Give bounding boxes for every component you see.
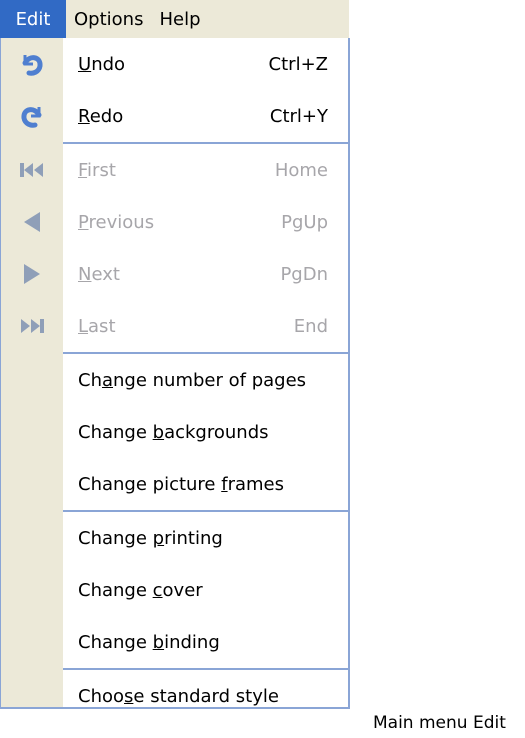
menu-bar: Edit Options Help: [0, 0, 349, 38]
last-page-icon: [1, 300, 63, 352]
menu-item-label: Change number of pages: [78, 369, 307, 391]
menu-item-label: Change printing: [78, 527, 223, 549]
menu-help[interactable]: Help: [151, 0, 208, 38]
menu-item-label: Redo: [78, 105, 124, 127]
menu-item-label: Last: [78, 315, 116, 337]
menu-options[interactable]: Options: [66, 0, 151, 38]
menu-item-shortcut: Ctrl+Y: [269, 105, 328, 127]
menu-item-next[interactable]: Next PgDn: [1, 248, 348, 300]
menu-list: Undo Ctrl+Z Redo Ctrl+Y First Home Previ…: [1, 38, 348, 707]
next-page-icon: [1, 248, 63, 300]
menu-item-first[interactable]: First Home: [1, 144, 348, 196]
menu-item-label: Choose standard style: [78, 685, 279, 707]
figure-caption: Main menu Edit: [373, 713, 506, 733]
menu-item-shortcut: PgDn: [280, 263, 328, 285]
first-page-icon: [1, 144, 63, 196]
menu-item-label: First: [78, 159, 116, 181]
menu-item-choose-standard-style[interactable]: Choose standard style: [1, 670, 348, 707]
menu-item-label: Undo: [78, 53, 126, 75]
menu-item-previous[interactable]: Previous PgUp: [1, 196, 348, 248]
menu-item-change-binding[interactable]: Change binding: [1, 616, 348, 668]
menu-item-label: Change binding: [78, 631, 220, 653]
menu-item-label: Change picture frames: [78, 473, 284, 495]
menu-item-shortcut: End: [293, 315, 328, 337]
menu-edit[interactable]: Edit: [0, 0, 66, 38]
menu-item-change-picture-frames[interactable]: Change picture frames: [1, 458, 348, 510]
menu-item-redo[interactable]: Redo Ctrl+Y: [1, 90, 348, 142]
undo-icon: [1, 38, 63, 90]
menu-item-shortcut: Home: [274, 159, 328, 181]
menu-item-change-cover[interactable]: Change cover: [1, 564, 348, 616]
menu-item-label: Next: [78, 263, 120, 285]
menu-item-label: Change cover: [78, 579, 203, 601]
menu-item-last[interactable]: Last End: [1, 300, 348, 352]
previous-page-icon: [1, 196, 63, 248]
menu-item-change-backgrounds[interactable]: Change backgrounds: [1, 406, 348, 458]
menu-item-undo[interactable]: Undo Ctrl+Z: [1, 38, 348, 90]
edit-dropdown-menu: Undo Ctrl+Z Redo Ctrl+Y First Home Previ…: [0, 38, 350, 709]
menu-item-label: Change backgrounds: [78, 421, 269, 443]
redo-icon: [1, 90, 63, 142]
menu-item-change-number-of-pages[interactable]: Change number of pages: [1, 354, 348, 406]
menu-item-label: Previous: [78, 211, 155, 233]
menu-item-change-printing[interactable]: Change printing: [1, 512, 348, 564]
menu-item-shortcut: PgUp: [281, 211, 328, 233]
menu-item-shortcut: Ctrl+Z: [268, 53, 328, 75]
